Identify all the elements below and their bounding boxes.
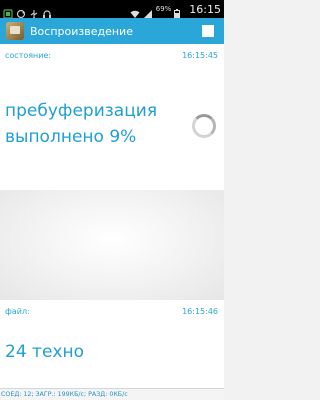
loading-spinner-icon (192, 114, 216, 138)
state-time: 16:15:45 (182, 51, 218, 60)
battery-percent: 69% (155, 5, 172, 13)
file-label: файл: (5, 307, 30, 316)
wifi-icon (130, 4, 140, 18)
battery-icon (174, 4, 184, 19)
buffering-line: пребуферизация (5, 101, 158, 121)
signal-icon (143, 4, 153, 18)
file-time: 16:15:46 (182, 307, 218, 316)
stop-icon[interactable] (202, 25, 214, 37)
status-bar-right: 69% 16:15 (130, 2, 221, 19)
buffering-status: пребуферизация выполнено 9% (5, 98, 185, 150)
state-label: состояние: (5, 51, 52, 60)
headset-icon (42, 4, 52, 18)
status-bar-time: 16:15 (189, 2, 221, 16)
radio-app-icon[interactable] (6, 22, 24, 40)
file-name: 24 техно (5, 342, 84, 362)
connection-stats: СОЕД: 12; ЗАГР.: 199КБ/с; РАЗД: 0КБ/с (0, 388, 224, 400)
progress-line: выполнено 9% (5, 127, 137, 147)
action-bar: Воспроизведение (0, 18, 224, 44)
sync-icon (16, 4, 26, 19)
status-bar: 69% 16:15 (0, 0, 224, 19)
page-title: Воспроизведение (30, 24, 133, 38)
status-bar-left (3, 4, 52, 19)
usb-icon (29, 4, 39, 19)
background-gradient (0, 190, 224, 300)
apps-icon (3, 4, 13, 19)
